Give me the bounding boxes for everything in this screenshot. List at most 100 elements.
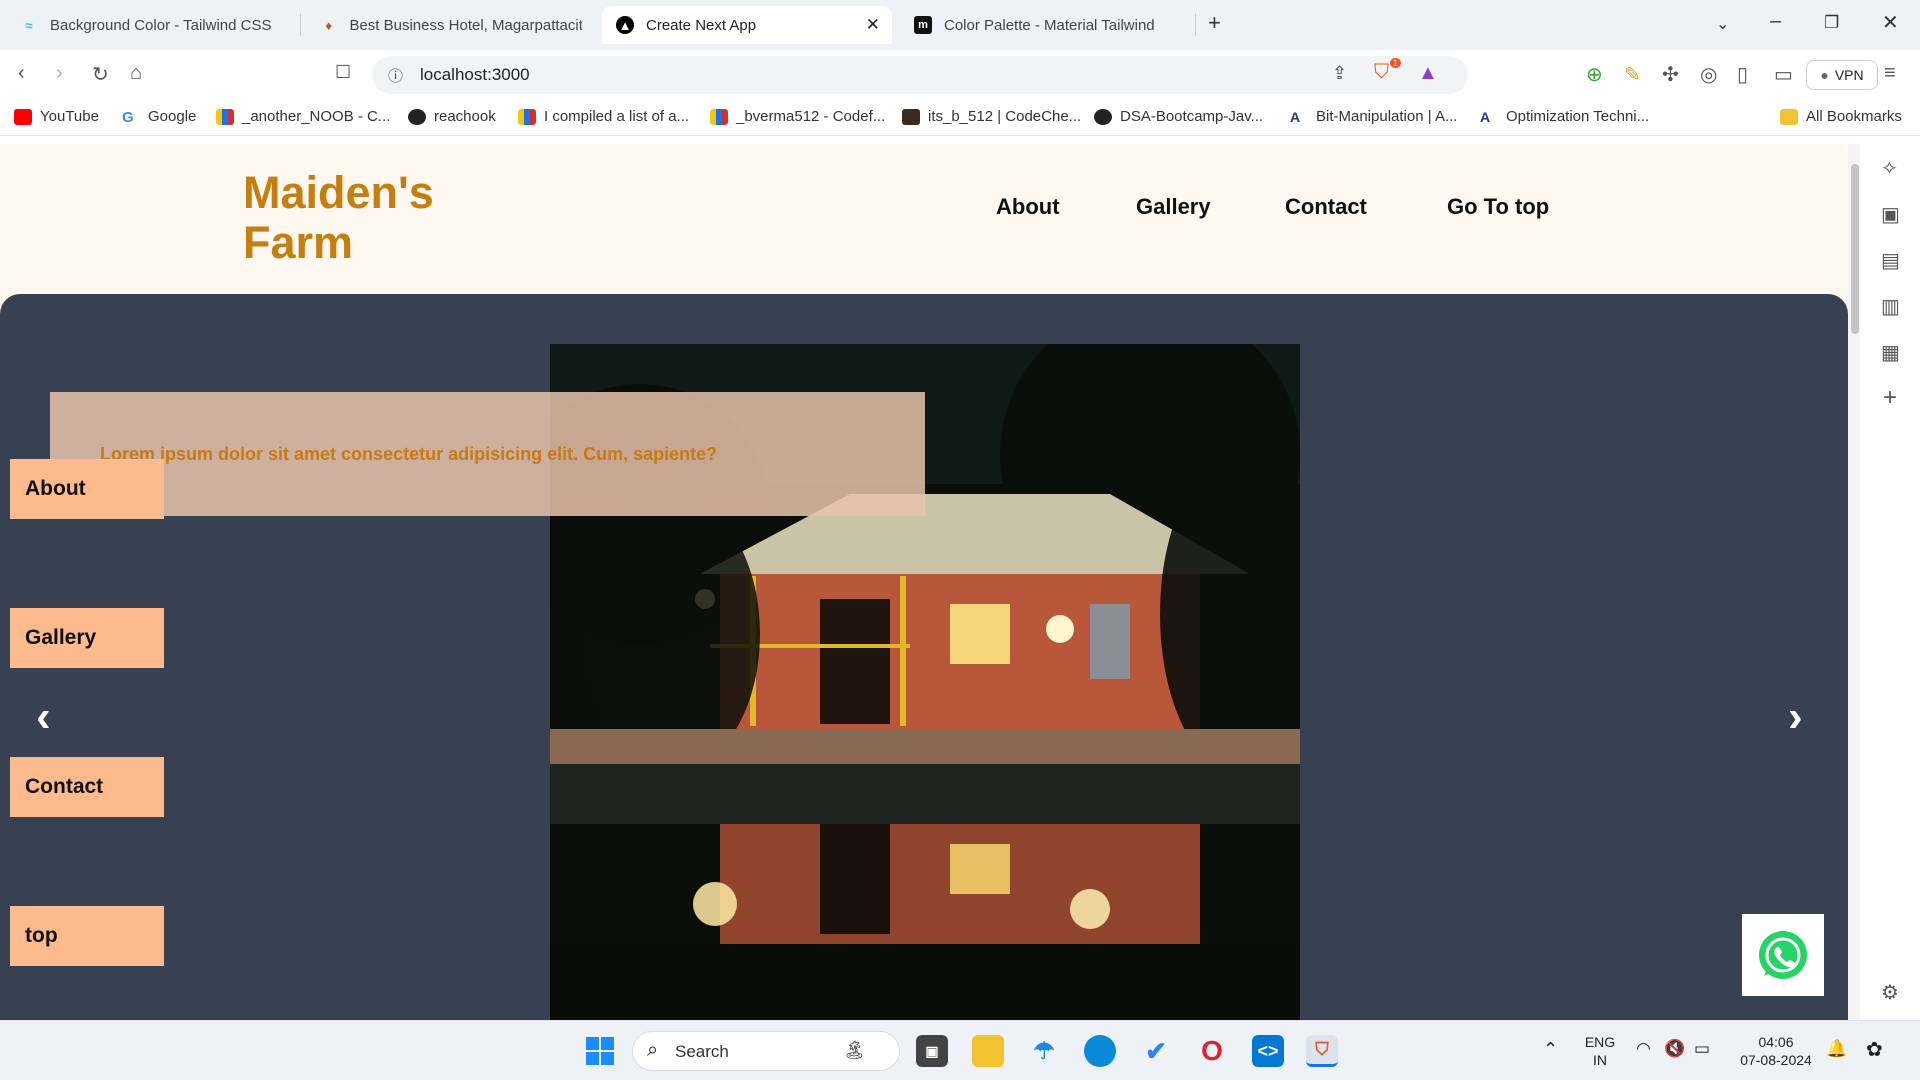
side-button-contact[interactable]: Contact bbox=[10, 757, 164, 817]
volume-muted-icon[interactable]: 🔇 bbox=[1664, 1039, 1685, 1059]
home-icon[interactable]: ⌂ bbox=[130, 62, 142, 85]
wallet-icon[interactable]: ▭ bbox=[1774, 62, 1793, 87]
back-icon[interactable]: ‹ bbox=[18, 62, 25, 85]
tab-search-chevron-icon[interactable]: ⌄ bbox=[1716, 14, 1729, 34]
bookmark-codeforces-1[interactable]: _another_NOOB - C... bbox=[216, 108, 390, 125]
tray-overflow-icon[interactable]: ⌃ bbox=[1543, 1039, 1558, 1060]
side-button-about[interactable]: About bbox=[10, 459, 164, 519]
todo-icon[interactable]: ✔ bbox=[1140, 1035, 1172, 1067]
bookmark-page-icon[interactable]: ☐ bbox=[335, 62, 351, 83]
bookmark-reachook[interactable]: reachook bbox=[408, 108, 496, 125]
taskbar-search[interactable]: ⌕ Search 🏝 bbox=[632, 1031, 900, 1071]
minimize-icon[interactable]: – bbox=[1770, 10, 1781, 33]
restore-icon[interactable]: ❐ bbox=[1824, 13, 1839, 33]
tab-hotel[interactable]: ♦ Best Business Hotel, Magarpattacity bbox=[306, 6, 596, 44]
tailwind-icon: ≈ bbox=[25, 17, 33, 33]
side-button-top[interactable]: top bbox=[10, 906, 164, 966]
wifi-icon[interactable]: ◠ bbox=[1636, 1039, 1651, 1059]
bookmark-label: its_b_512 | CodeChe... bbox=[928, 108, 1082, 125]
settings-icon[interactable]: ⚙ bbox=[1881, 980, 1899, 1005]
edge-icon[interactable] bbox=[1084, 1035, 1116, 1067]
bookmark-label: _another_NOOB - C... bbox=[242, 108, 391, 125]
nextjs-icon: ▲ bbox=[616, 16, 634, 34]
scrollbar-thumb[interactable] bbox=[1851, 164, 1859, 334]
site-logo[interactable]: Maiden's Farm bbox=[243, 168, 434, 268]
file-explorer-icon[interactable] bbox=[972, 1035, 1004, 1067]
all-bookmarks[interactable]: All Bookmarks bbox=[1780, 108, 1902, 125]
close-window-icon[interactable]: ✕ bbox=[1882, 10, 1899, 35]
whatsapp-icon bbox=[1759, 931, 1807, 979]
bookmark-label: I compiled a list of a... bbox=[544, 108, 690, 125]
page-viewport: Maiden's Farm About Gallery Contact Go T… bbox=[0, 144, 1848, 1020]
search-highlight-icon: 🏝 bbox=[843, 1040, 866, 1060]
codechef-icon bbox=[902, 108, 920, 125]
hotel-icon: ♦ bbox=[325, 17, 333, 33]
windows-start-icon[interactable] bbox=[584, 1035, 616, 1067]
reading-list-icon[interactable]: ▦ bbox=[1881, 340, 1900, 365]
search-placeholder: Search bbox=[675, 1042, 729, 1061]
url-text: localhost:3000 bbox=[420, 65, 530, 84]
tab-bar: ≈ Background Color - Tailwind CSS ♦ Best… bbox=[0, 0, 1920, 50]
lang-line-1: ENG bbox=[1584, 1034, 1616, 1050]
speed-icon[interactable]: ◎ bbox=[1700, 62, 1717, 87]
logo-line-1: Maiden's bbox=[243, 167, 434, 218]
wallet-sidebar-icon[interactable]: ▤ bbox=[1881, 248, 1900, 273]
bookmark-optimization[interactable]: A Optimization Techni... bbox=[1480, 108, 1649, 125]
bookmark-codeforces-2[interactable]: I compiled a list of a... bbox=[518, 108, 689, 125]
notification-bell-icon[interactable]: 🔔 bbox=[1826, 1039, 1847, 1059]
battery-icon[interactable]: ▭ bbox=[1694, 1039, 1710, 1059]
side-button-gallery[interactable]: Gallery bbox=[10, 608, 164, 668]
bookmark-bit-manipulation[interactable]: A Bit-Manipulation | A... bbox=[1290, 108, 1457, 125]
nav-about[interactable]: About bbox=[996, 194, 1060, 220]
leo-ai-icon[interactable]: ✧ bbox=[1881, 156, 1898, 181]
brave-rewards-icon[interactable]: ▲ bbox=[1418, 62, 1438, 85]
tab-tailwind-bg[interactable]: ≈ Background Color - Tailwind CSS bbox=[6, 6, 296, 44]
bookmark-label: DSA-Bootcamp-Jav... bbox=[1120, 108, 1264, 125]
bookmark-codeforces-3[interactable]: _bverma512 - Codef... bbox=[710, 108, 885, 125]
codeforces-icon bbox=[710, 108, 728, 125]
bookmark-dsa-bootcamp[interactable]: DSA-Bootcamp-Jav... bbox=[1094, 108, 1263, 125]
task-view-icon[interactable]: ▣ bbox=[916, 1035, 948, 1067]
carousel-prev-icon[interactable]: ‹ bbox=[36, 692, 51, 742]
tab-create-next-app[interactable]: ▲ Create Next App ✕ bbox=[602, 6, 892, 44]
vpn-button[interactable]: ● VPN bbox=[1806, 60, 1878, 90]
bookmark-youtube[interactable]: YouTube bbox=[14, 108, 99, 125]
whatsapp-button[interactable] bbox=[1742, 914, 1824, 996]
sidebar-toggle-icon[interactable]: ▯ bbox=[1737, 62, 1748, 87]
vscode-icon[interactable]: <> bbox=[1252, 1035, 1284, 1067]
bookmark-label: Bit-Manipulation | A... bbox=[1316, 108, 1458, 125]
nav-contact[interactable]: Contact bbox=[1285, 194, 1367, 220]
tab-material-tailwind[interactable]: m Color Palette - Material Tailwind bbox=[900, 6, 1190, 44]
bookmark-google[interactable]: G Google bbox=[122, 108, 197, 126]
bookmark-label: Google bbox=[148, 108, 197, 125]
nav-go-to-top[interactable]: Go To top bbox=[1447, 194, 1549, 220]
forward-icon[interactable]: › bbox=[56, 62, 63, 85]
share-icon[interactable]: ⇪ bbox=[1332, 63, 1347, 84]
language-indicator[interactable]: ENG IN bbox=[1580, 1033, 1620, 1069]
codeforces-icon bbox=[216, 108, 234, 125]
close-tab-icon[interactable]: ✕ bbox=[866, 15, 880, 35]
add-panel-icon[interactable]: + bbox=[1883, 384, 1897, 412]
opera-icon[interactable]: O bbox=[1196, 1035, 1228, 1067]
address-bar[interactable]: ⓘ localhost:3000 ⇪ ⛉ 1 ▲ bbox=[372, 56, 1468, 94]
menu-icon[interactable]: ≡ bbox=[1884, 62, 1896, 85]
weather-icon[interactable]: ☂ bbox=[1028, 1035, 1060, 1067]
new-tab-icon[interactable]: + bbox=[1208, 10, 1221, 36]
extension-color-icon[interactable]: ✎ bbox=[1624, 62, 1641, 87]
lang-line-2: IN bbox=[1593, 1052, 1607, 1068]
carousel-next-icon[interactable]: › bbox=[1788, 692, 1803, 742]
reload-icon[interactable]: ↻ bbox=[92, 62, 109, 87]
bookmark-codechef[interactable]: its_b_512 | CodeChe... bbox=[902, 108, 1081, 125]
extension-add-icon[interactable]: ⊕ bbox=[1586, 62, 1603, 87]
video-icon[interactable]: ▣ bbox=[1881, 202, 1900, 227]
brave-shield-icon[interactable]: ⛉ bbox=[1374, 61, 1389, 84]
extensions-puzzle-icon[interactable]: ✣ bbox=[1662, 62, 1679, 87]
vpn-dot-icon: ● bbox=[1820, 67, 1829, 83]
nav-gallery[interactable]: Gallery bbox=[1136, 194, 1211, 220]
site-info-icon[interactable]: ⓘ bbox=[388, 65, 403, 86]
brave-taskbar-icon[interactable]: ⛉ bbox=[1306, 1035, 1338, 1067]
bookmark-label: All Bookmarks bbox=[1806, 108, 1902, 125]
copilot-icon[interactable]: ✿ bbox=[1866, 1037, 1883, 1062]
clock[interactable]: 04:06 07-08-2024 bbox=[1726, 1033, 1826, 1069]
bookmarks-sidebar-icon[interactable]: ▥ bbox=[1881, 294, 1900, 319]
